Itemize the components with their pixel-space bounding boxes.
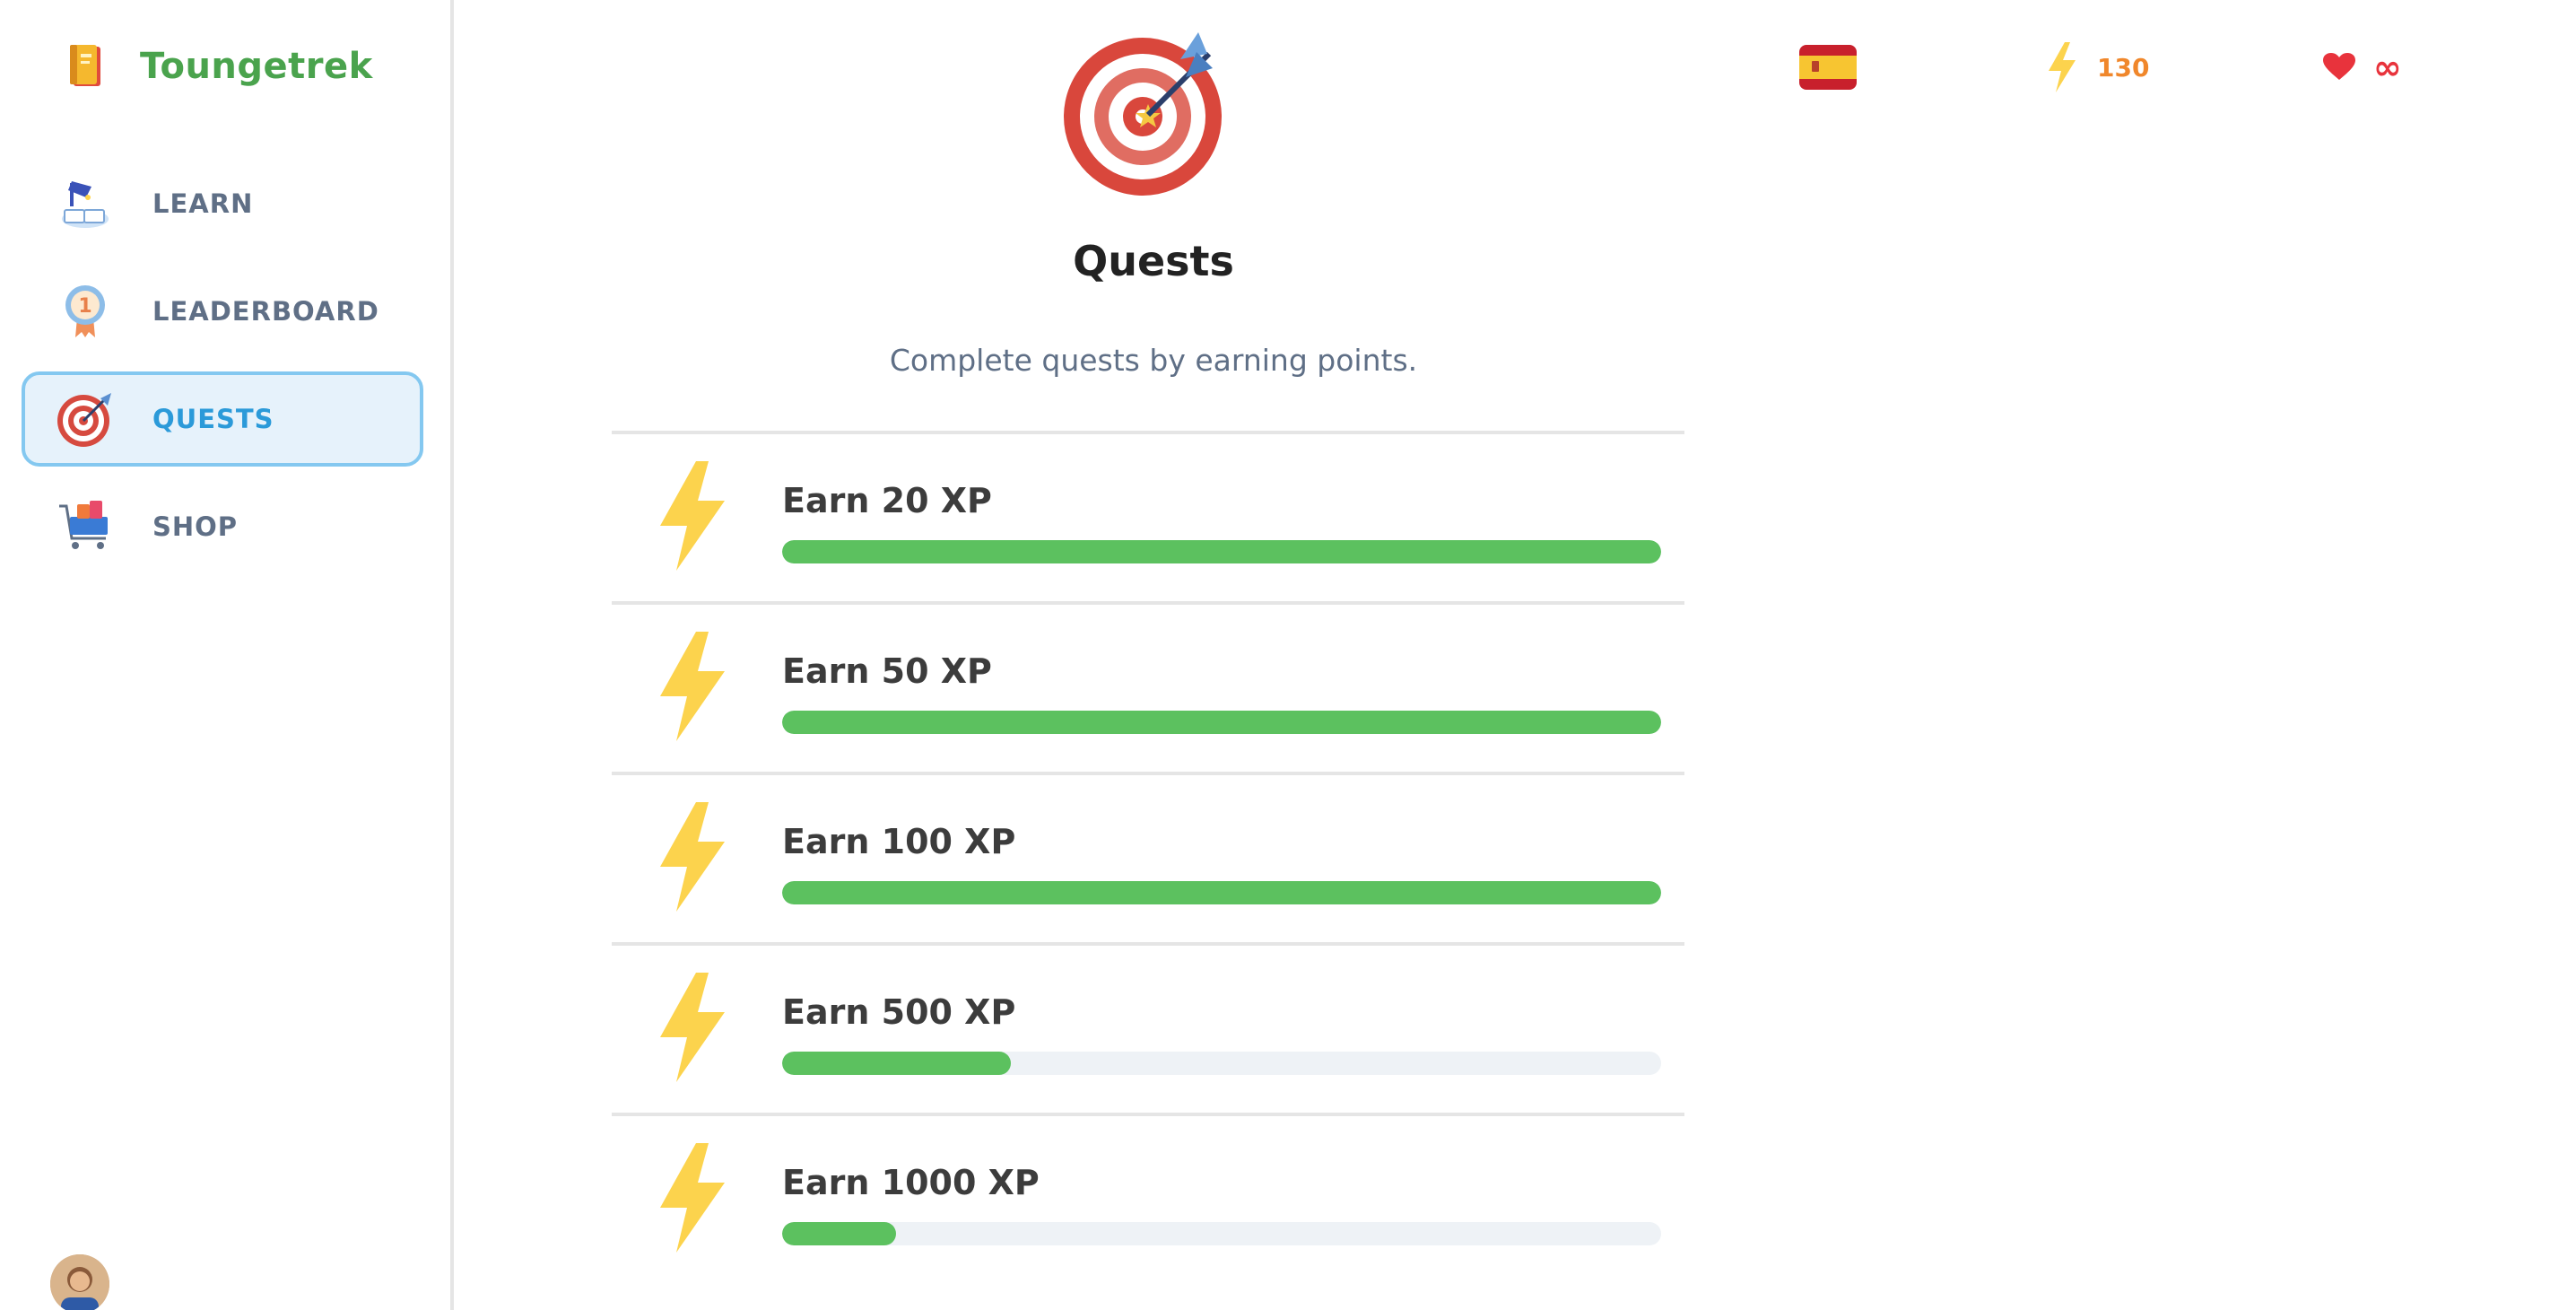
quest-progress-fill	[782, 540, 1661, 563]
quest-progress-fill	[782, 1052, 1011, 1075]
quest-progress-fill	[782, 1222, 897, 1245]
page-title: Quests	[1073, 237, 1234, 285]
sidebar-item-quests[interactable]: QUESTS	[22, 371, 423, 467]
shopping-cart-icon	[54, 495, 117, 558]
quest-progress-bar	[782, 1222, 1661, 1245]
svg-text:1: 1	[78, 295, 91, 318]
lightning-icon	[660, 1143, 725, 1253]
sidebar: Toungetrek LEARN 1 LEADERBOARD QUESTS SH…	[0, 0, 454, 1310]
sidebar-item-learn[interactable]: LEARN	[22, 156, 423, 251]
xp-counter[interactable]: 130	[2045, 36, 2149, 99]
quest-title: Earn 20 XP	[782, 481, 992, 520]
heart-icon	[2323, 53, 2355, 80]
brand-title: Toungetrek	[140, 46, 373, 87]
target-icon	[54, 388, 117, 450]
sidebar-item-label: LEADERBOARD	[152, 296, 379, 327]
quest-list: Earn 20 XP Earn 50 XP Earn 100 XP Earn 5…	[612, 431, 1684, 1287]
page-subtitle: Complete quests by earning points.	[889, 343, 1418, 378]
sidebar-item-leaderboard[interactable]: 1 LEADERBOARD	[22, 264, 423, 359]
xp-value: 130	[2097, 52, 2150, 83]
quest-row: Earn 50 XP	[612, 605, 1684, 775]
lightning-icon	[660, 973, 725, 1082]
quest-progress-fill	[782, 881, 1661, 904]
medal-icon: 1	[54, 280, 117, 343]
target-hero-icon	[1064, 32, 1222, 196]
lightning-icon	[660, 802, 725, 912]
quest-row: Earn 20 XP	[612, 434, 1684, 605]
user-avatar[interactable]	[50, 1254, 109, 1310]
sidebar-item-shop[interactable]: SHOP	[22, 479, 423, 574]
spain-flag-icon	[1799, 45, 1857, 90]
quest-progress-bar	[782, 540, 1661, 563]
sidebar-item-label: SHOP	[152, 511, 239, 542]
quest-title: Earn 500 XP	[782, 992, 1016, 1032]
brand[interactable]: Toungetrek	[65, 34, 373, 99]
top-stats-bar: 130 ∞	[1785, 36, 2431, 99]
book-logo-icon	[70, 45, 100, 86]
lightning-icon	[660, 461, 725, 571]
quest-progress-bar	[782, 881, 1661, 904]
quest-title: Earn 100 XP	[782, 822, 1016, 861]
quest-row: Earn 500 XP	[612, 946, 1684, 1116]
hearts-counter[interactable]: ∞	[2323, 36, 2402, 99]
quest-progress-bar	[782, 711, 1661, 734]
quest-progress-fill	[782, 711, 1661, 734]
quest-row: Earn 100 XP	[612, 775, 1684, 946]
lightning-icon	[660, 632, 725, 741]
quest-title: Earn 1000 XP	[782, 1163, 1040, 1202]
sidebar-item-label: QUESTS	[152, 404, 274, 434]
sidebar-nav: LEARN 1 LEADERBOARD QUESTS SHOP	[22, 156, 423, 587]
sidebar-item-label: LEARN	[152, 188, 254, 219]
learn-lamp-icon	[54, 172, 117, 235]
quest-row: Earn 1000 XP	[612, 1116, 1684, 1287]
quest-title: Earn 50 XP	[782, 651, 992, 691]
lightning-icon	[2049, 42, 2076, 92]
hearts-value: ∞	[2373, 48, 2402, 87]
language-selector[interactable]	[1799, 36, 1857, 99]
quest-progress-bar	[782, 1052, 1661, 1075]
